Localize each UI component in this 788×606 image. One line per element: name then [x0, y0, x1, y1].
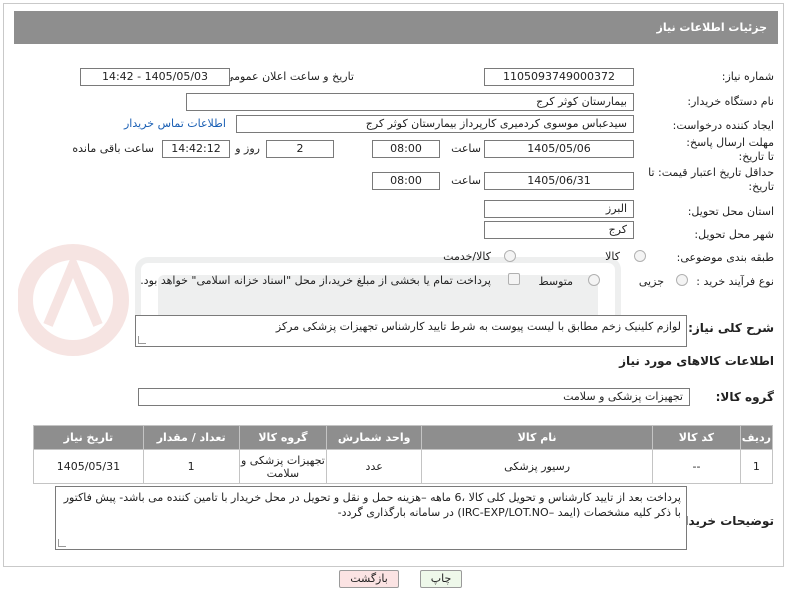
col-code: کد کالا: [652, 425, 741, 450]
buyer-org-label: نام دستگاه خریدار:: [687, 95, 774, 108]
city-field: کرج: [484, 221, 634, 239]
col-group: گروه کالا: [238, 425, 328, 450]
cell-qty: 1: [142, 449, 240, 484]
process-medium-radio[interactable]: [588, 274, 600, 286]
goods-section-title: اطلاعات کالاهای مورد نیاز: [619, 354, 774, 368]
cell-unit: عدد: [326, 449, 423, 484]
requester-label: ایجاد کننده درخواست:: [672, 119, 774, 132]
general-desc-textarea[interactable]: لوازم کلینیک زخم مطابق با لیست پیوست به …: [135, 315, 687, 347]
days-label: روز و: [235, 142, 260, 155]
buyer-org-field: بیمارستان کوثر کرج: [186, 93, 634, 111]
goods-group-label: گروه کالا:: [715, 390, 774, 404]
price-time-label: ساعت: [451, 174, 481, 187]
treasury-note: پرداخت تمام یا بخشی از مبلغ خرید،از محل …: [140, 274, 491, 287]
price-validity-label: حداقل تاریخ اعتبار قیمت: تا تاریخ:: [648, 166, 774, 193]
goods-group-field: تجهیزات پزشکی و سلامت: [138, 388, 690, 406]
general-desc-text: لوازم کلینیک زخم مطابق با لیست پیوست به …: [275, 320, 681, 333]
response-date-field: 1405/05/06: [484, 140, 634, 158]
treasury-checkbox[interactable]: [508, 273, 520, 285]
resize-handle-icon[interactable]: [58, 539, 66, 547]
col-qty: تعداد / مقدار: [142, 425, 240, 450]
need-number-label: شماره نیاز:: [721, 70, 774, 83]
remaining-label: ساعت باقی مانده: [72, 142, 154, 155]
col-name: نام کالا: [421, 425, 654, 450]
goods-table: ردیف کد کالا نام کالا واحد شمارش گروه کا…: [33, 425, 774, 484]
process-label: نوع فرآیند خرید :: [696, 275, 774, 288]
resize-handle-icon[interactable]: [138, 336, 146, 344]
back-button[interactable]: بازگشت: [339, 570, 399, 588]
print-button[interactable]: چاپ: [420, 570, 462, 588]
announce-date-field: 1405/05/03 - 14:42: [80, 68, 230, 86]
table-header-row: ردیف کد کالا نام کالا واحد شمارش گروه کا…: [33, 425, 774, 450]
days-field: 2: [266, 140, 334, 158]
category-goods-radio[interactable]: [634, 250, 646, 262]
requester-field: سیدعباس موسوی کردمیری کارپرداز بیمارستان…: [236, 115, 634, 133]
need-number-field: 1105093749000372: [484, 68, 634, 86]
table-row: 1 -- رسیور پزشکی عدد تجهیزات پزشکی و سلا…: [33, 449, 774, 484]
col-unit: واحد شمارش: [326, 425, 423, 450]
cell-group: تجهیزات پزشکی و سلامت: [238, 449, 328, 484]
category-goods-service-option: کالا/خدمت: [443, 250, 491, 263]
buyer-notes-text: پرداخت بعد از تایید کارشناس و تحویل کلی …: [63, 491, 681, 519]
city-label: شهر محل تحویل:: [694, 228, 774, 241]
contact-link-wrap: اطلاعات تماس خریدار: [124, 117, 226, 130]
price-time-field: 08:00: [372, 172, 440, 190]
announce-date-label: تاریخ و ساعت اعلان عمومی:: [221, 70, 354, 83]
general-desc-label: شرح کلی نیاز:: [688, 321, 774, 335]
buyer-contact-link[interactable]: اطلاعات تماس خریدار: [124, 117, 226, 130]
remaining-field: 14:42:12: [162, 140, 230, 158]
cell-name: رسیور پزشکی: [421, 449, 654, 484]
cell-code: --: [652, 449, 741, 484]
col-date: تاریخ نیاز: [33, 425, 144, 450]
process-minor-radio[interactable]: [676, 274, 688, 286]
response-time-label: ساعت: [451, 142, 481, 155]
cell-row: 1: [739, 449, 774, 484]
province-label: استان محل تحویل:: [687, 205, 774, 218]
category-goods-option: کالا: [605, 250, 620, 263]
response-deadline-label: مهلت ارسال پاسخ: تا تاریخ:: [686, 136, 774, 163]
response-time-field: 08:00: [372, 140, 440, 158]
province-field: البرز: [484, 200, 634, 218]
page-header: جزئیات اطلاعات نیاز: [14, 11, 778, 44]
buyer-notes-label: توضیحات خریدار:: [672, 514, 774, 528]
buyer-notes-textarea[interactable]: پرداخت بعد از تایید کارشناس و تحویل کلی …: [55, 486, 687, 550]
process-medium-option: متوسط: [538, 275, 573, 288]
category-goods-service-radio[interactable]: [504, 250, 516, 262]
col-row: ردیف: [739, 425, 774, 450]
price-date-field: 1405/06/31: [484, 172, 634, 190]
cell-date: 1405/05/31: [33, 449, 144, 484]
process-minor-option: جزیی: [638, 275, 664, 288]
category-label: طبقه بندی موضوعی:: [676, 251, 774, 264]
